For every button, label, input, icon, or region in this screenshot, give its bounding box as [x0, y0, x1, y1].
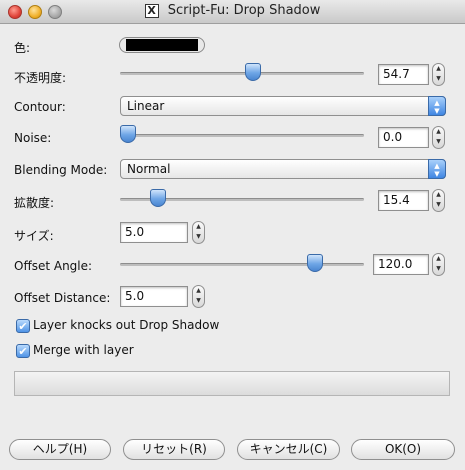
opacity-slider-thumb[interactable] — [245, 63, 262, 81]
spread-input[interactable]: 15.4 — [378, 190, 429, 211]
merge-checkbox-label: Merge with layer — [33, 343, 134, 357]
opacity-slider-track — [120, 72, 364, 75]
offset-distance-input[interactable]: 5.0 — [120, 286, 188, 307]
color-picker-button[interactable] — [119, 37, 205, 53]
window-title: Script-Fu: Drop Shadow — [167, 3, 321, 18]
x11-app-icon: X — [144, 3, 159, 18]
opacity-input[interactable]: 54.7 — [378, 64, 429, 85]
spin-up-icon[interactable]: ▲ — [193, 286, 204, 296]
spin-down-icon[interactable]: ▼ — [433, 264, 444, 274]
reset-button[interactable]: リセット(R) — [123, 439, 225, 460]
arrow-up-icon: ▲ — [434, 162, 440, 170]
opacity-label: 不透明度: — [14, 71, 67, 85]
contour-label: Contour: — [14, 100, 66, 114]
contour-select-value: Linear — [127, 99, 165, 113]
offset-angle-input[interactable]: 120.0 — [373, 254, 429, 275]
spin-up-icon[interactable]: ▲ — [433, 64, 444, 74]
spin-up-icon[interactable]: ▲ — [193, 222, 204, 232]
spin-down-icon[interactable]: ▼ — [193, 296, 204, 306]
spin-up-icon[interactable]: ▲ — [433, 127, 444, 137]
color-swatch-fill — [126, 39, 198, 51]
blending-mode-select[interactable]: Normal ▲ ▼ — [120, 159, 446, 179]
offset-angle-slider[interactable] — [120, 254, 364, 272]
color-label: 色: — [14, 41, 31, 55]
spin-up-icon[interactable]: ▲ — [433, 190, 444, 200]
select-arrows-icon: ▲ ▼ — [428, 96, 446, 116]
noise-slider-track — [120, 134, 364, 137]
merge-checkbox-row[interactable]: ✔ Merge with layer — [16, 343, 134, 358]
progress-bar — [14, 371, 450, 396]
blending-mode-select-value: Normal — [127, 162, 171, 176]
spread-label: 拡散度: — [14, 196, 55, 210]
spin-up-icon[interactable]: ▲ — [433, 254, 444, 264]
offset-angle-label: Offset Angle: — [14, 259, 93, 273]
knockout-checkbox-row[interactable]: ✔ Layer knocks out Drop Shadow — [16, 318, 219, 333]
arrow-down-icon: ▼ — [434, 170, 440, 178]
offset-distance-spin-buttons[interactable]: ▲ ▼ — [192, 285, 205, 308]
arrow-down-icon: ▼ — [434, 107, 440, 115]
offset-distance-label: Offset Distance: — [14, 291, 111, 305]
noise-spin-buttons[interactable]: ▲ ▼ — [432, 126, 445, 149]
cancel-button[interactable]: キャンセル(C) — [237, 439, 340, 460]
opacity-slider[interactable] — [120, 63, 364, 81]
blending-mode-label: Blending Mode: — [14, 163, 108, 177]
window-title-wrap: X Script-Fu: Drop Shadow — [0, 3, 465, 18]
knockout-checkbox[interactable]: ✔ — [16, 318, 30, 333]
offset-angle-slider-track — [120, 263, 364, 266]
ok-button[interactable]: OK(O) — [351, 439, 455, 460]
spin-down-icon[interactable]: ▼ — [433, 200, 444, 210]
offset-angle-spin-buttons[interactable]: ▲ ▼ — [432, 253, 445, 276]
noise-label: Noise: — [14, 131, 52, 145]
size-spin-buttons[interactable]: ▲ ▼ — [192, 221, 205, 244]
spin-down-icon[interactable]: ▼ — [433, 74, 444, 84]
contour-select[interactable]: Linear ▲ ▼ — [120, 96, 446, 116]
noise-slider-thumb[interactable] — [120, 125, 136, 143]
merge-checkbox[interactable]: ✔ — [16, 343, 30, 358]
noise-input[interactable]: 0.0 — [378, 127, 429, 148]
spread-slider[interactable] — [120, 189, 364, 207]
spread-spin-buttons[interactable]: ▲ ▼ — [432, 189, 445, 212]
offset-angle-slider-thumb[interactable] — [307, 254, 324, 272]
help-button[interactable]: ヘルプ(H) — [9, 439, 111, 460]
size-label: サイズ: — [14, 229, 54, 243]
spread-slider-thumb[interactable] — [149, 189, 166, 207]
title-bar: X Script-Fu: Drop Shadow — [0, 0, 465, 24]
size-input[interactable]: 5.0 — [120, 222, 188, 243]
knockout-checkbox-label: Layer knocks out Drop Shadow — [33, 318, 220, 332]
opacity-spin-buttons[interactable]: ▲ ▼ — [432, 63, 445, 86]
spin-down-icon[interactable]: ▼ — [433, 137, 444, 147]
arrow-up-icon: ▲ — [434, 99, 440, 107]
noise-slider[interactable] — [120, 125, 364, 143]
select-arrows-icon: ▲ ▼ — [428, 159, 446, 179]
spin-down-icon[interactable]: ▼ — [193, 232, 204, 242]
